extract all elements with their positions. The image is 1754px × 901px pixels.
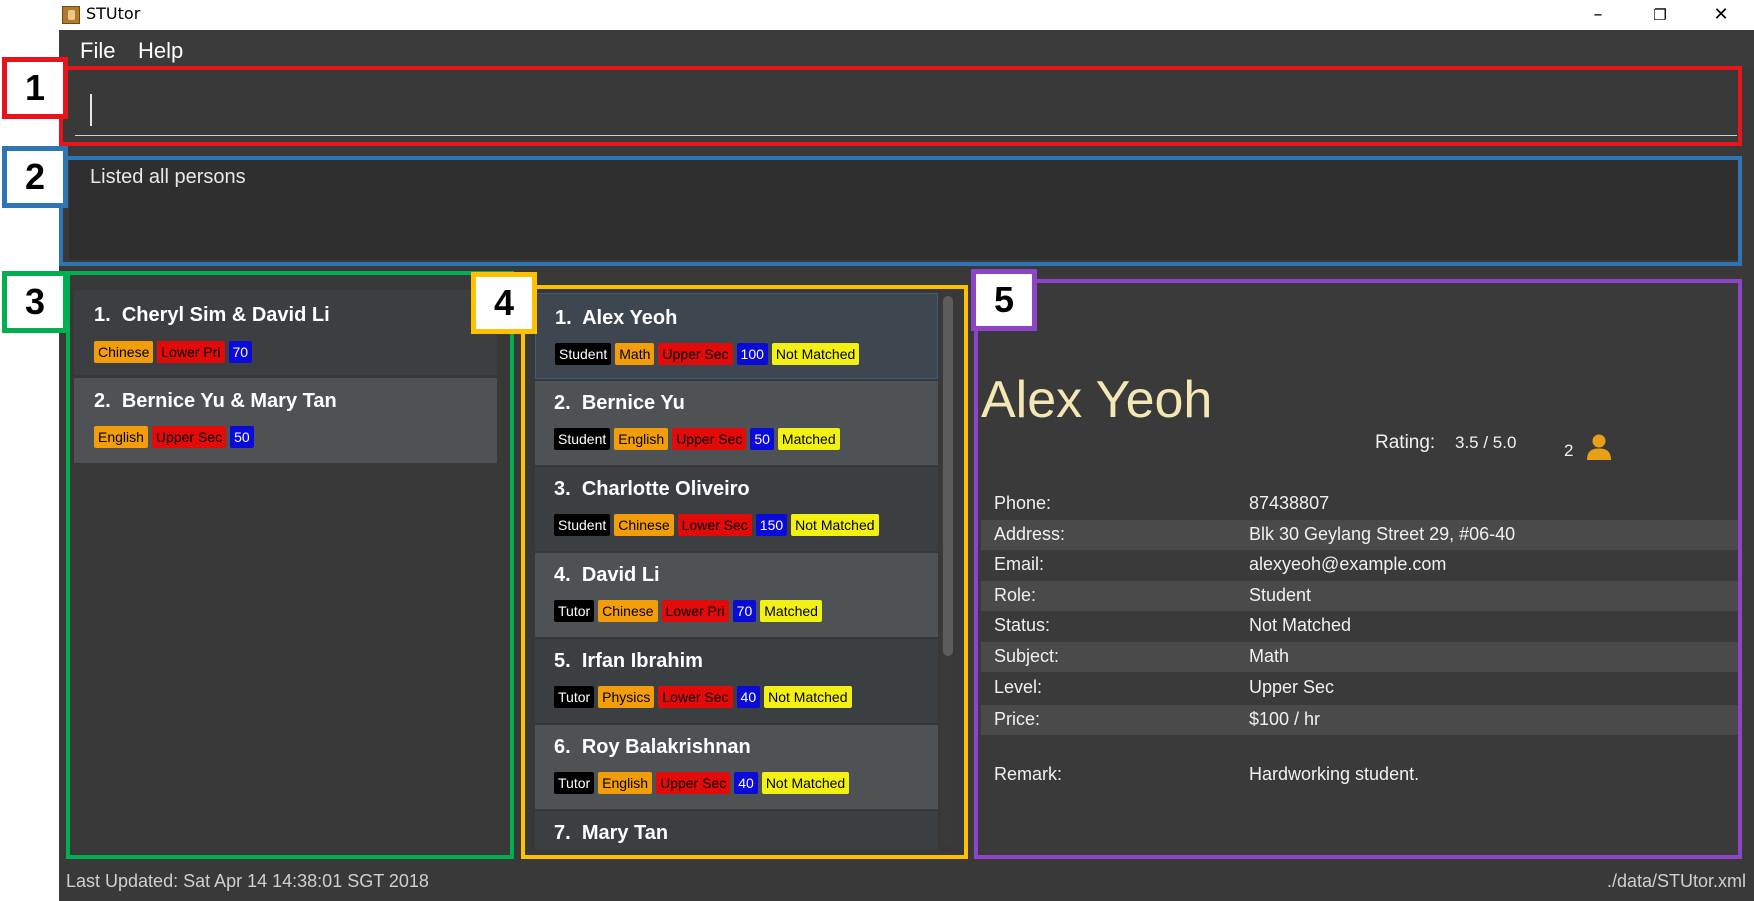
annotation-frame-command-box — [59, 66, 1742, 146]
menu-bar — [59, 30, 1754, 70]
annotation-frame-result-display — [59, 156, 1742, 266]
save-location-text: ./data/STUtor.xml — [1606, 871, 1746, 891]
last-updated-text: Last Updated: Sat Apr 14 14:38:01 SGT 20… — [66, 871, 429, 891]
app-icon — [62, 6, 80, 24]
window-title: STUtor — [86, 4, 141, 23]
restore-button[interactable]: ❐ — [1633, 0, 1687, 30]
annotation-number-5: 5 — [971, 269, 1037, 331]
menu-help[interactable]: Help — [138, 38, 183, 64]
annotation-number-4: 4 — [471, 272, 537, 334]
annotation-number-2: 2 — [2, 146, 68, 208]
annotation-frame-match-list — [66, 271, 514, 859]
close-button[interactable]: ✕ — [1694, 0, 1748, 30]
annotation-number-3: 3 — [2, 271, 68, 333]
minimize-button[interactable]: – — [1571, 0, 1625, 30]
annotation-frame-person-details — [974, 279, 1742, 859]
annotation-frame-person-list — [521, 285, 968, 859]
annotation-number-1: 1 — [2, 57, 68, 119]
menu-file[interactable]: File — [80, 38, 115, 64]
title-bar — [59, 0, 1754, 30]
